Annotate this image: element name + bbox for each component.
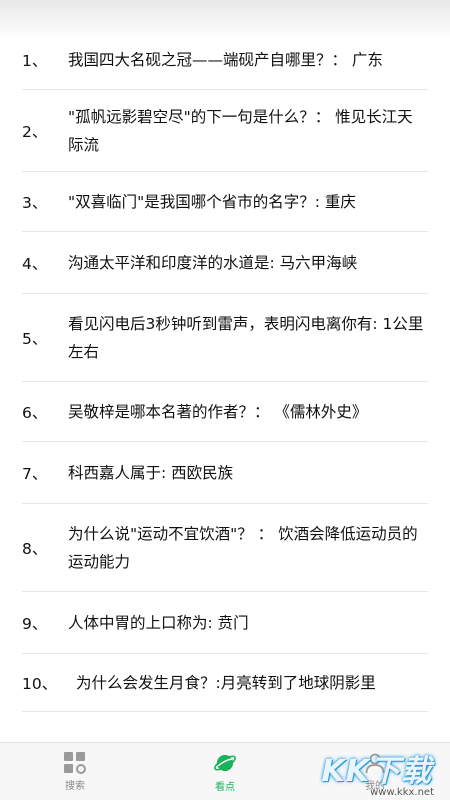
- list-item[interactable]: 6、 吴敬梓是哪本名著的作者？： 《儒林外史》: [22, 382, 428, 442]
- list-item[interactable]: 5、 看见闪电后3秒钟听到雷声，表明闪电离你有: 1公里左右: [22, 294, 428, 382]
- profile-icon: [365, 753, 385, 774]
- list-item[interactable]: 9、 人体中胃的上口称为: 贲门: [22, 592, 428, 654]
- list-item[interactable]: 7、 科西嘉人属于: 西欧民族: [22, 442, 428, 504]
- list-item[interactable]: 4、 沟通太平洋和印度洋的水道是: 马六甲海峡: [22, 232, 428, 294]
- item-text: 科西嘉人属于: 西欧民族: [68, 463, 234, 482]
- item-text: "双喜临门"是我国哪个省市的名字？: 重庆: [68, 192, 356, 211]
- item-number: 3、: [22, 193, 48, 212]
- tab-highlights[interactable]: 看点: [165, 743, 285, 800]
- item-text: 我国四大名砚之冠——端砚产自哪里？： 广东: [68, 50, 383, 69]
- item-number: 4、: [22, 254, 48, 273]
- list-item[interactable]: 10、 为什么会发生月食？:月亮转到了地球阴影里: [22, 654, 428, 712]
- tab-label: 看点: [215, 782, 235, 793]
- list-item[interactable]: 2、 "孤帆远影碧空尽"的下一句是什么？： 惟见长江天际流: [22, 90, 428, 172]
- tab-search[interactable]: 搜索: [15, 743, 135, 800]
- item-text: 吴敬梓是哪本名著的作者？： 《儒林外史》: [68, 402, 368, 421]
- tab-profile[interactable]: 我的: [315, 743, 435, 800]
- item-number: 8、: [22, 539, 48, 558]
- item-text: 沟通太平洋和印度洋的水道是: 马六甲海峡: [68, 253, 358, 272]
- grid-search-icon: [64, 752, 86, 774]
- item-number: 5、: [22, 329, 48, 348]
- list-item[interactable]: 3、 "双喜临门"是我国哪个省市的名字？: 重庆: [22, 172, 428, 232]
- bottom-tab-bar: 搜索 看点 我的: [0, 742, 450, 800]
- item-number: 2、: [22, 122, 48, 141]
- screen: 1、 我国四大名砚之冠——端砚产自哪里？： 广东 2、 "孤帆远影碧空尽"的下一…: [0, 0, 450, 800]
- item-text: 为什么会发生月食？:月亮转到了地球阴影里: [76, 673, 376, 692]
- item-number: 9、: [22, 614, 48, 633]
- item-number: 7、: [22, 464, 48, 483]
- list-item[interactable]: 1、 我国四大名砚之冠——端砚产自哪里？： 广东: [22, 30, 428, 90]
- item-text: 看见闪电后3秒钟听到雷声，表明闪电离你有: 1公里左右: [68, 314, 424, 361]
- tab-label: 我的: [365, 781, 385, 792]
- item-number: 10、: [22, 674, 58, 693]
- item-text: 为什么说"运动不宜饮酒"？ ： 饮酒会降低运动员的运动能力: [68, 524, 418, 571]
- list-item[interactable]: 8、 为什么说"运动不宜饮酒"？ ： 饮酒会降低运动员的运动能力: [22, 504, 428, 592]
- item-text: "孤帆远影碧空尽"的下一句是什么？： 惟见长江天际流: [68, 107, 413, 154]
- tab-label: 搜索: [65, 781, 85, 792]
- list-item-partial: [22, 712, 428, 742]
- planet-icon: [214, 755, 236, 771]
- item-number: 1、: [22, 51, 48, 70]
- item-number: 6、: [22, 403, 48, 422]
- item-text: 人体中胃的上口称为: 贲门: [68, 613, 249, 632]
